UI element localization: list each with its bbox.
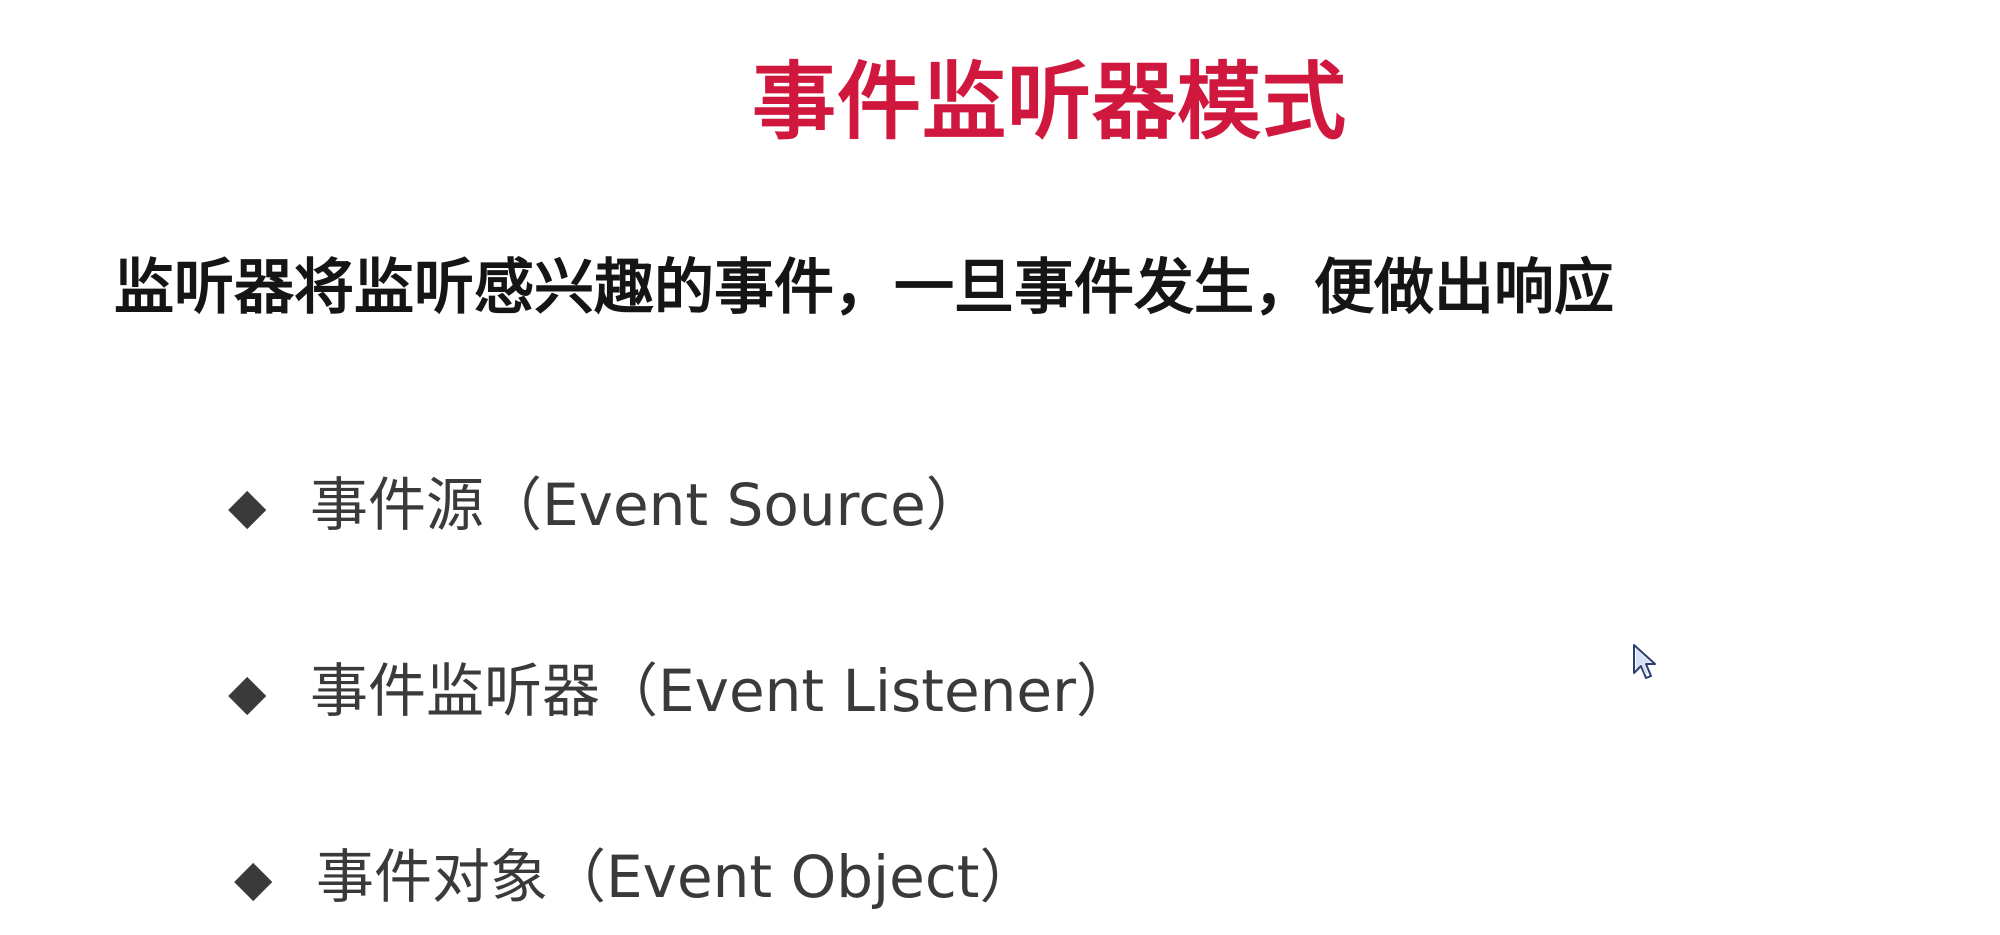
diamond-bullet-icon: ◆ (234, 849, 273, 907)
slide-title: 事件监听器模式 (752, 53, 1348, 151)
slide-subtitle: 监听器将监听感兴趣的事件，一旦事件发生，便做出响应 (114, 253, 1614, 323)
mouse-pointer-icon (1633, 644, 1656, 679)
bullet-item-event-listener: ◆ 事件监听器（Event Listener） (228, 648, 1134, 736)
bullet-list: ◆ 事件源（Event Source） ◆ 事件监听器（Event Listen… (228, 462, 1134, 922)
bullet-label: 事件监听器（Event Listener） (310, 657, 1134, 726)
bullet-item-event-source: ◆ 事件源（Event Source） (228, 462, 1134, 550)
slide: 事件监听器模式 监听器将监听感兴趣的事件，一旦事件发生，便做出响应 ◆ 事件源（… (0, 0, 2000, 935)
bullet-label: 事件对象（Event Object） (316, 843, 1038, 912)
bullet-item-event-object: ◆ 事件对象（Event Object） (234, 834, 1134, 922)
diamond-bullet-icon: ◆ (228, 663, 267, 721)
bullet-label: 事件源（Event Source） (310, 471, 984, 540)
diamond-bullet-icon: ◆ (228, 477, 267, 535)
